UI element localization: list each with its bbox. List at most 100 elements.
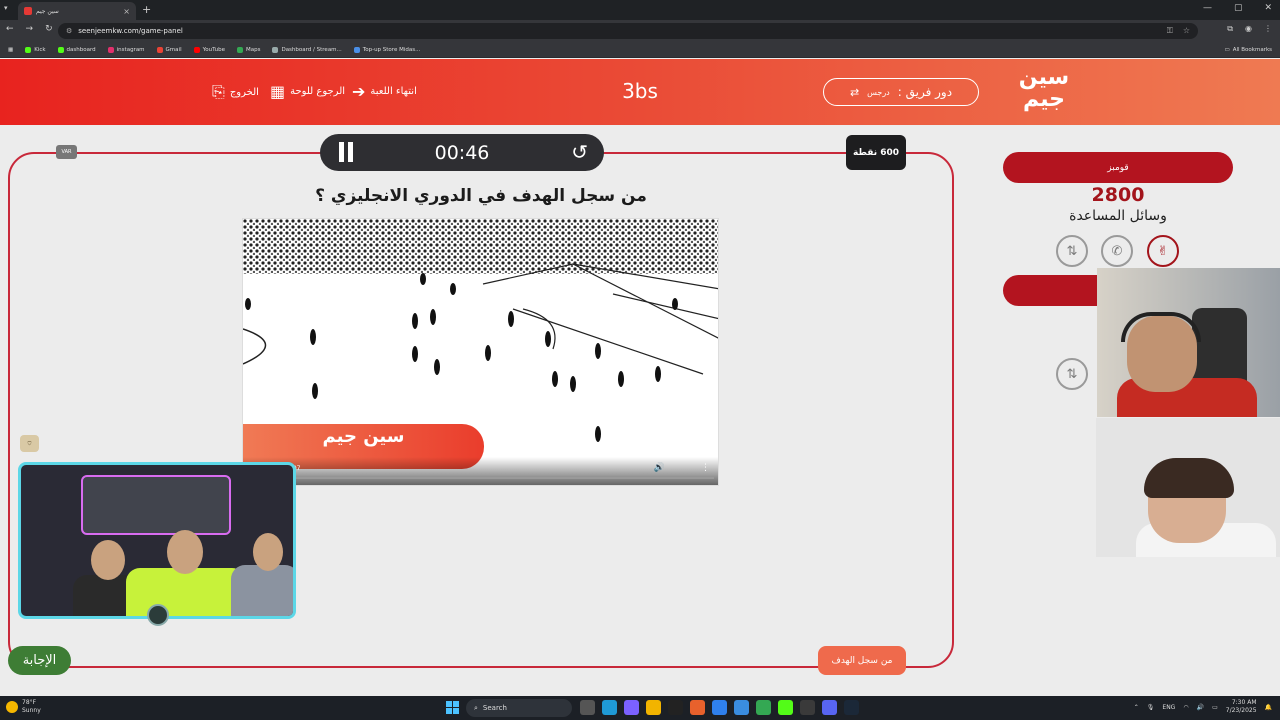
taskbar-search[interactable]: ⌕ Search xyxy=(466,699,572,717)
url-text: seenjeemkw.com/game-panel xyxy=(78,27,183,35)
windows-taskbar: 78°F Sunny ⌕ Search ⌃ 🎙 ENG ◠ 🔊 ▭ 7:30 A… xyxy=(0,696,1280,720)
question-video[interactable]: سين جيم 0:07 🔊 ⋮ xyxy=(242,218,719,486)
speaker-icon[interactable]: 🔊 xyxy=(1197,704,1204,711)
search-icon: ⌕ xyxy=(474,703,478,712)
tab-list-icon[interactable]: ▾ xyxy=(4,4,8,12)
obs-icon[interactable] xyxy=(800,700,815,715)
exit-door-icon: ⎘ xyxy=(212,82,225,101)
bookmark-instagram[interactable]: instagram xyxy=(107,46,145,53)
end-game-button[interactable]: انتهاء اللعبة ➔ xyxy=(352,82,417,101)
notifications-icon[interactable]: 🔔 xyxy=(1265,704,1272,711)
team2-swap-question-icon[interactable]: ⇅ xyxy=(1056,358,1088,390)
team1-phone-friend-icon[interactable]: ✆ xyxy=(1101,235,1133,267)
bookmark-maps[interactable]: Maps xyxy=(236,46,260,53)
current-team-title: 3bs xyxy=(622,79,658,103)
back-to-board-label: الرجوع للوحة xyxy=(290,86,346,97)
reset-timer-icon[interactable]: ↺ xyxy=(571,140,588,164)
nav-buttons: ← → ↻ xyxy=(6,24,53,34)
url-actions: ⚿ ☆ xyxy=(1167,26,1190,36)
end-game-label: انتهاء اللعبة xyxy=(370,86,417,97)
site-favicon-icon xyxy=(24,7,32,15)
tray-chevron-icon[interactable]: ⌃ xyxy=(1134,704,1139,711)
stream-icon xyxy=(272,46,279,53)
menu-icon[interactable]: ⋮ xyxy=(1264,24,1272,34)
close-window-icon[interactable]: ✕ xyxy=(1264,3,1272,13)
timer-display: 00:46 xyxy=(434,142,490,164)
app-icon[interactable] xyxy=(712,700,727,715)
extensions-icon[interactable]: ⧉ xyxy=(1227,24,1233,34)
gmail-icon xyxy=(156,46,163,53)
bookmark-youtube[interactable]: YouTube xyxy=(193,46,225,53)
bookmarks-bar: ▦ Kick dashboard instagram Gmail YouTube… xyxy=(0,42,1280,58)
discord-icon[interactable] xyxy=(822,700,837,715)
turn-indicator[interactable]: دور فريق : درجس ⇄ xyxy=(823,78,979,106)
bookmark-stream-dashboard[interactable]: Dashboard / Stream... xyxy=(272,46,342,53)
app-icon[interactable] xyxy=(734,700,749,715)
question-text: من سجل الهدف في الدوري الانجليزي ؟ xyxy=(315,186,647,206)
language-indicator[interactable]: ENG xyxy=(1162,704,1175,711)
app-icon[interactable] xyxy=(690,700,705,715)
start-button-icon[interactable] xyxy=(446,701,459,714)
person-face xyxy=(167,530,203,574)
bookmark-gmail[interactable]: Gmail xyxy=(156,46,182,53)
browser-tab[interactable]: سين جيم × xyxy=(18,2,136,20)
apps-grid-icon[interactable]: ▦ xyxy=(8,47,13,53)
new-tab-icon[interactable]: + xyxy=(142,3,151,16)
window-controls: — ▢ ✕ xyxy=(1203,3,1272,13)
chrome-icon[interactable] xyxy=(756,700,771,715)
store-icon[interactable] xyxy=(668,700,683,715)
forward-icon[interactable]: → xyxy=(26,24,34,34)
team1-swap-question-icon[interactable]: ⇅ xyxy=(1056,235,1088,267)
profile-icon[interactable]: ◉ xyxy=(1245,24,1252,34)
video-progress-bar[interactable] xyxy=(251,477,714,479)
bookmark-kick[interactable]: Kick xyxy=(25,46,46,53)
weather-widget[interactable]: 78°F Sunny xyxy=(6,699,41,715)
maps-icon xyxy=(236,46,243,53)
browser-toolbar-icons: ⧉ ◉ ⋮ xyxy=(1227,24,1272,34)
back-to-board-button[interactable]: الرجوع للوحة ▦ xyxy=(270,82,345,101)
timer-bar: 00:46 ↺ xyxy=(320,134,604,171)
bookmark-star-icon[interactable]: ☆ xyxy=(1183,26,1190,36)
more-options-icon[interactable]: ⋮ xyxy=(701,463,710,473)
hint-button[interactable]: من سجل الهدف xyxy=(818,646,906,675)
exit-button[interactable]: الخروج ⎘ xyxy=(212,82,259,102)
close-tab-icon[interactable]: × xyxy=(123,7,130,16)
clock-time: 7:30 AM xyxy=(1231,699,1257,706)
bookmark-dashboard[interactable]: dashboard xyxy=(57,46,96,53)
task-view-icon[interactable] xyxy=(580,700,595,715)
clock-date: 7/23/2025 xyxy=(1225,707,1257,714)
copilot-icon[interactable] xyxy=(624,700,639,715)
taskbar-clock[interactable]: 7:30 AM 7/23/2025 xyxy=(1226,699,1257,715)
volume-icon[interactable]: 🔊 xyxy=(654,463,665,473)
team1-double-points-icon[interactable]: ✌ xyxy=(1147,235,1179,267)
password-key-icon[interactable]: ⚿ xyxy=(1167,26,1173,36)
person-face xyxy=(91,540,125,580)
maximize-icon[interactable]: ▢ xyxy=(1234,3,1243,13)
battery-icon[interactable]: ▭ xyxy=(1212,704,1218,711)
file-explorer-icon[interactable] xyxy=(646,700,661,715)
video-controls: 0:07 🔊 ⋮ xyxy=(243,457,718,485)
reload-icon[interactable]: ↻ xyxy=(45,24,53,34)
team1-aids-label: وسائل المساعدة xyxy=(1069,208,1167,224)
answer-button[interactable]: الإجابة xyxy=(8,646,71,675)
question-points-badge: 600 نقطة xyxy=(846,135,906,170)
sun-icon xyxy=(6,701,18,713)
url-field[interactable]: ⚙ seenjeemkw.com/game-panel ⚿ ☆ xyxy=(58,23,1198,39)
kick-icon xyxy=(25,46,32,53)
person-shirt xyxy=(231,565,293,616)
back-icon[interactable]: ← xyxy=(6,24,14,34)
all-bookmarks[interactable]: ▭ All Bookmarks xyxy=(1225,47,1273,53)
bookmark-midas[interactable]: Top-up Store Midas... xyxy=(353,46,420,53)
wifi-icon[interactable]: ◠ xyxy=(1183,704,1188,711)
team1-name-pill: قومبز xyxy=(1003,152,1233,183)
steam-icon[interactable] xyxy=(844,700,859,715)
kick-app-icon[interactable] xyxy=(778,700,793,715)
minimize-icon[interactable]: — xyxy=(1203,3,1212,13)
person-face xyxy=(253,533,283,571)
edge-icon[interactable] xyxy=(602,700,617,715)
site-info-icon[interactable]: ⚙ xyxy=(66,27,72,35)
microphone-icon[interactable]: 🎙 xyxy=(1147,704,1155,711)
streamer-logo-icon xyxy=(147,604,169,626)
browser-tab-bar: ▾ سين جيم × + — ▢ ✕ xyxy=(0,0,1280,20)
midas-icon xyxy=(353,46,360,53)
